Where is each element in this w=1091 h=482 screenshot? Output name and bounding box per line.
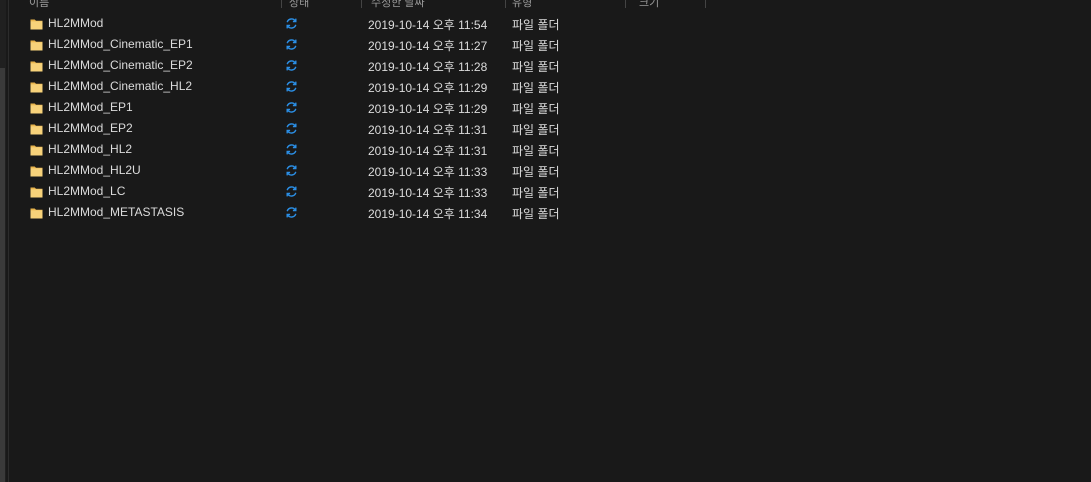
- file-name[interactable]: HL2MMod_HL2U: [48, 163, 141, 177]
- file-name[interactable]: HL2MMod_HL2: [48, 142, 132, 156]
- folder-icon: [30, 38, 43, 51]
- column-header-size[interactable]: 크기: [639, 0, 659, 8]
- sync-icon: [285, 206, 298, 219]
- file-row[interactable]: HL2MMod_HL2 2019-10-14 오후 11:31 파일 폴더: [9, 139, 1091, 160]
- file-name[interactable]: HL2MMod_Cinematic_EP2: [48, 58, 193, 72]
- file-row[interactable]: HL2MMod_EP2 2019-10-14 오후 11:31 파일 폴더: [9, 118, 1091, 139]
- file-name[interactable]: HL2MMod_Cinematic_HL2: [48, 79, 192, 93]
- folder-icon: [30, 164, 43, 177]
- sync-icon: [285, 185, 298, 198]
- modified-date: 2019-10-14 오후 11:31: [368, 144, 488, 158]
- file-name[interactable]: HL2MMod: [48, 16, 103, 30]
- modified-date: 2019-10-14 오후 11:34: [368, 207, 488, 221]
- file-type: 파일 폴더: [512, 39, 560, 53]
- file-type: 파일 폴더: [512, 165, 560, 179]
- file-name[interactable]: HL2MMod_LC: [48, 184, 125, 198]
- file-name[interactable]: HL2MMod_Cinematic_EP1: [48, 37, 193, 51]
- folder-icon: [30, 143, 43, 156]
- column-header-status[interactable]: 상태: [289, 0, 309, 8]
- modified-date: 2019-10-14 오후 11:29: [368, 81, 488, 95]
- file-row[interactable]: HL2MMod_HL2U 2019-10-14 오후 11:33 파일 폴더: [9, 160, 1091, 181]
- folder-icon: [30, 59, 43, 72]
- sync-icon: [285, 122, 298, 135]
- file-type: 파일 폴더: [512, 207, 560, 221]
- modified-date: 2019-10-14 오후 11:33: [368, 186, 488, 200]
- column-separator[interactable]: [625, 0, 626, 8]
- file-name[interactable]: HL2MMod_EP1: [48, 100, 133, 114]
- file-row[interactable]: HL2MMod_METASTASIS 2019-10-14 오후 11:34 파일 …: [9, 202, 1091, 223]
- file-list: HL2MMod 2019-10-14 오후 11:54 파일 폴더 HL2MMod_C…: [9, 13, 1091, 223]
- file-row[interactable]: HL2MMod_EP1 2019-10-14 오후 11:29 파일 폴더: [9, 97, 1091, 118]
- folder-icon: [30, 80, 43, 93]
- navigation-pane-scrollbar[interactable]: [0, 68, 5, 482]
- file-type: 파일 폴더: [512, 18, 560, 32]
- file-type: 파일 폴더: [512, 123, 560, 137]
- folder-icon: [30, 101, 43, 114]
- file-type: 파일 폴더: [512, 81, 560, 95]
- column-separator[interactable]: [705, 0, 706, 8]
- folder-icon: [30, 122, 43, 135]
- column-separator[interactable]: [281, 0, 282, 8]
- column-separator[interactable]: [361, 0, 362, 8]
- file-type: 파일 폴더: [512, 186, 560, 200]
- file-row[interactable]: HL2MMod_Cinematic_EP1 2019-10-14 오후 11:27…: [9, 34, 1091, 55]
- folder-icon: [30, 185, 43, 198]
- sync-icon: [285, 17, 298, 30]
- column-header-name[interactable]: 이름: [29, 0, 49, 8]
- file-row[interactable]: HL2MMod_LC 2019-10-14 오후 11:33 파일 폴더: [9, 181, 1091, 202]
- sync-icon: [285, 143, 298, 156]
- column-header-type[interactable]: 유형: [512, 0, 532, 8]
- file-row[interactable]: HL2MMod_Cinematic_EP2 2019-10-14 오후 11:28…: [9, 55, 1091, 76]
- column-header-bar: 이름 상태 수정한 날짜 유형 크기: [9, 0, 1091, 8]
- column-separator[interactable]: [505, 0, 506, 8]
- sync-icon: [285, 164, 298, 177]
- file-row[interactable]: HL2MMod_Cinematic_HL2 2019-10-14 오후 11:29…: [9, 76, 1091, 97]
- file-type: 파일 폴더: [512, 102, 560, 116]
- modified-date: 2019-10-14 오후 11:27: [368, 39, 488, 53]
- sync-icon: [285, 59, 298, 72]
- sync-icon: [285, 80, 298, 93]
- file-name[interactable]: HL2MMod_METASTASIS: [48, 205, 184, 219]
- sync-icon: [285, 101, 298, 114]
- folder-icon: [30, 17, 43, 30]
- modified-date: 2019-10-14 오후 11:31: [368, 123, 488, 137]
- column-header-date[interactable]: 수정한 날짜: [371, 0, 425, 8]
- file-name[interactable]: HL2MMod_EP2: [48, 121, 133, 135]
- file-row[interactable]: HL2MMod 2019-10-14 오후 11:54 파일 폴더: [9, 13, 1091, 34]
- modified-date: 2019-10-14 오후 11:29: [368, 102, 488, 116]
- modified-date: 2019-10-14 오후 11:33: [368, 165, 488, 179]
- modified-date: 2019-10-14 오후 11:28: [368, 60, 488, 74]
- folder-icon: [30, 206, 43, 219]
- file-type: 파일 폴더: [512, 60, 560, 74]
- sync-icon: [285, 38, 298, 51]
- modified-date: 2019-10-14 오후 11:54: [368, 18, 488, 32]
- file-type: 파일 폴더: [512, 144, 560, 158]
